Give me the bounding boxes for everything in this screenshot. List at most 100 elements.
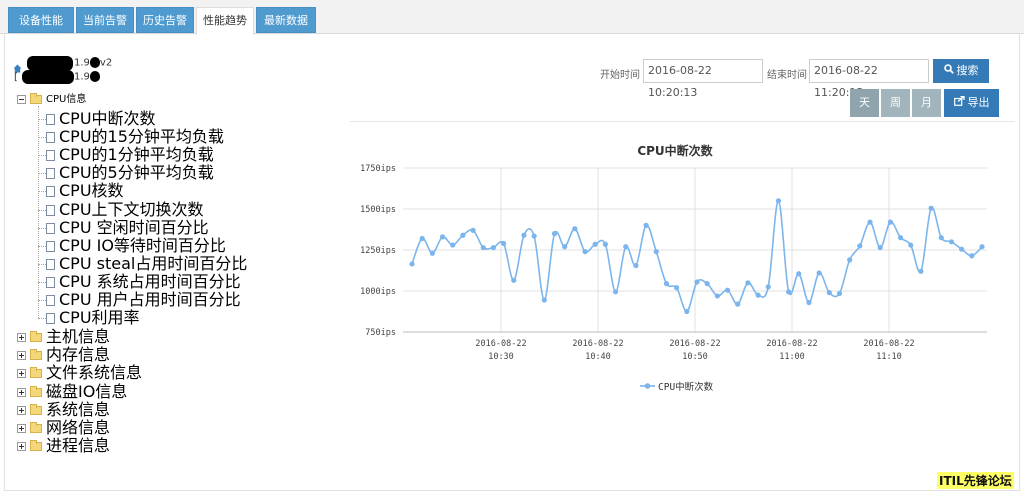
tree-connector-branch — [38, 155, 46, 157]
tree-leaf[interactable]: CPU核数 — [46, 181, 124, 201]
folder-icon — [30, 385, 42, 397]
tab-performance-trend[interactable]: 性能趋势 — [196, 7, 254, 35]
tree-leaf[interactable]: CPU 系统占用时间百分比 — [46, 271, 241, 291]
tree-node-cpu[interactable]: CPU信息 — [17, 92, 87, 107]
tree-leaf[interactable]: CPU 用户占用时间百分比 — [46, 290, 241, 309]
tree-node-label: 磁盘IO信息 — [46, 381, 128, 401]
tree-leaf[interactable]: CPU IO等待时间百分比 — [46, 235, 226, 255]
tree-leaf-label: CPU核数 — [59, 181, 124, 201]
device-ip-line1: 1.9 v2 — [74, 57, 112, 69]
folder-icon — [30, 92, 42, 104]
document-icon — [46, 168, 55, 180]
chart-title: CPU中断次数 — [637, 144, 713, 158]
folder-icon — [30, 367, 42, 379]
document-icon — [46, 222, 55, 234]
tree-leaf[interactable]: CPU的1分钟平均负载 — [46, 145, 214, 165]
tree-leaf-label: CPU的5分钟平均负载 — [59, 163, 214, 183]
tree-connector-branch — [38, 173, 46, 175]
tree-leaf-label: CPU的1分钟平均负载 — [59, 145, 214, 165]
redacted-device-name-2 — [22, 70, 74, 84]
redacted-mark — [89, 57, 100, 68]
device-ip-suffix: v2 — [99, 57, 113, 69]
tree-leaf-label: CPU 系统占用时间百分比 — [59, 271, 241, 291]
tree-leaf-label: CPU 用户占用时间百分比 — [59, 290, 241, 309]
document-icon — [46, 276, 55, 288]
tree-node-group[interactable]: 主机信息 — [17, 327, 111, 346]
tree-node-label: 系统信息 — [46, 399, 111, 419]
tab-current-alarms[interactable]: 当前告警 — [76, 7, 134, 33]
tree-leaf-label: CPU steal占用时间百分比 — [59, 253, 248, 273]
bracket-glyph: [ — [14, 72, 18, 83]
chart-divider — [350, 121, 1015, 122]
tree-leaf[interactable]: CPU上下文切换次数 — [46, 201, 204, 217]
document-icon — [46, 150, 55, 162]
tree-node-label: CPU信息 — [46, 94, 87, 105]
tree-node-group[interactable]: 文件系统信息 — [17, 363, 143, 383]
tree-node-label: 主机信息 — [46, 327, 111, 346]
tree-connector-branch — [38, 119, 46, 120]
tree-leaf[interactable]: CPU 空闲时间百分比 — [46, 217, 209, 237]
tree-node-group[interactable]: 网络信息 — [17, 418, 111, 437]
export-button[interactable]: 导出 — [944, 89, 999, 117]
tree-node-label: 文件系统信息 — [46, 363, 143, 383]
tree-node-group[interactable]: 进程信息 — [17, 436, 111, 456]
collapse-icon[interactable] — [17, 94, 26, 104]
range-day-button[interactable]: 天 — [850, 89, 879, 117]
document-icon — [46, 240, 55, 252]
document-icon — [46, 114, 55, 125]
tree-leaf-label: CPU IO等待时间百分比 — [59, 235, 226, 255]
tree-node-label: 网络信息 — [46, 418, 111, 437]
device-ip-line2: 1.9 — [74, 71, 100, 83]
end-time-label: 结束时间 — [767, 70, 807, 81]
document-icon — [46, 258, 55, 270]
tree-leaf-label: CPU的15分钟平均负载 — [59, 127, 224, 147]
tree-node-group[interactable]: 系统信息 — [17, 399, 111, 419]
tree-connector-branch — [38, 209, 46, 211]
tree-connector-branch — [38, 245, 46, 247]
tree-node-group[interactable]: 内存信息 — [17, 345, 111, 365]
tree-connector-branch — [38, 300, 46, 301]
start-time-input[interactable]: 2016-08-22 10:20:13 — [643, 59, 763, 99]
expand-icon[interactable] — [17, 442, 26, 452]
document-icon — [46, 204, 55, 216]
start-time-label: 开始时间 — [600, 70, 640, 81]
tree-node-label: 进程信息 — [46, 436, 111, 456]
range-month-button[interactable]: 月 — [912, 89, 941, 117]
document-icon — [46, 186, 55, 198]
end-time-input[interactable]: 2016-08-22 11:20:13 — [809, 59, 929, 99]
export-icon — [953, 89, 965, 117]
tree-connector-branch — [38, 318, 46, 320]
range-week-button[interactable]: 周 — [881, 89, 910, 117]
tab-history-alarms[interactable]: 历史告警 — [136, 7, 194, 33]
tree-connector-branch — [38, 281, 46, 283]
search-button[interactable]: 搜索 — [933, 59, 989, 83]
redacted-mark-2 — [89, 71, 100, 82]
tree-node-label: 内存信息 — [46, 345, 111, 365]
watermark: ITIL先锋论坛 — [937, 472, 1014, 489]
folder-icon — [30, 349, 42, 361]
folder-icon — [30, 440, 42, 452]
folder-icon — [30, 422, 42, 433]
tab-device-performance[interactable]: 设备性能 — [8, 7, 74, 33]
tree-leaf-label: CPU利用率 — [59, 308, 140, 328]
tree-leaf[interactable]: CPU的15分钟平均负载 — [46, 127, 224, 147]
tree-leaf[interactable]: CPU的5分钟平均负载 — [46, 163, 214, 183]
expand-icon[interactable] — [17, 424, 26, 433]
folder-icon — [30, 331, 42, 342]
expand-icon[interactable] — [17, 387, 26, 397]
tree-leaf[interactable]: CPU steal占用时间百分比 — [46, 253, 248, 273]
expand-icon[interactable] — [17, 369, 26, 379]
search-button-label: 搜索 — [956, 64, 979, 77]
tab-latest-data[interactable]: 最新数据 — [256, 7, 316, 33]
tree-leaf[interactable]: CPU利用率 — [46, 308, 140, 328]
tree-leaf[interactable]: CPU中断次数 — [46, 109, 156, 128]
expand-icon[interactable] — [17, 333, 26, 342]
document-icon — [46, 295, 55, 306]
tree-leaf-label: CPU中断次数 — [59, 109, 156, 128]
expand-icon[interactable] — [17, 351, 26, 361]
tree-node-group[interactable]: 磁盘IO信息 — [17, 381, 128, 401]
device-ip-text: 1.9 — [74, 57, 90, 69]
tree-leaf-label: CPU 空闲时间百分比 — [59, 217, 209, 237]
expand-icon[interactable] — [17, 405, 26, 415]
app-root: 设备性能 当前告警 历史告警 性能趋势 最新数据 1.9 v2 [ 1.9 CPU… — [0, 0, 1024, 491]
